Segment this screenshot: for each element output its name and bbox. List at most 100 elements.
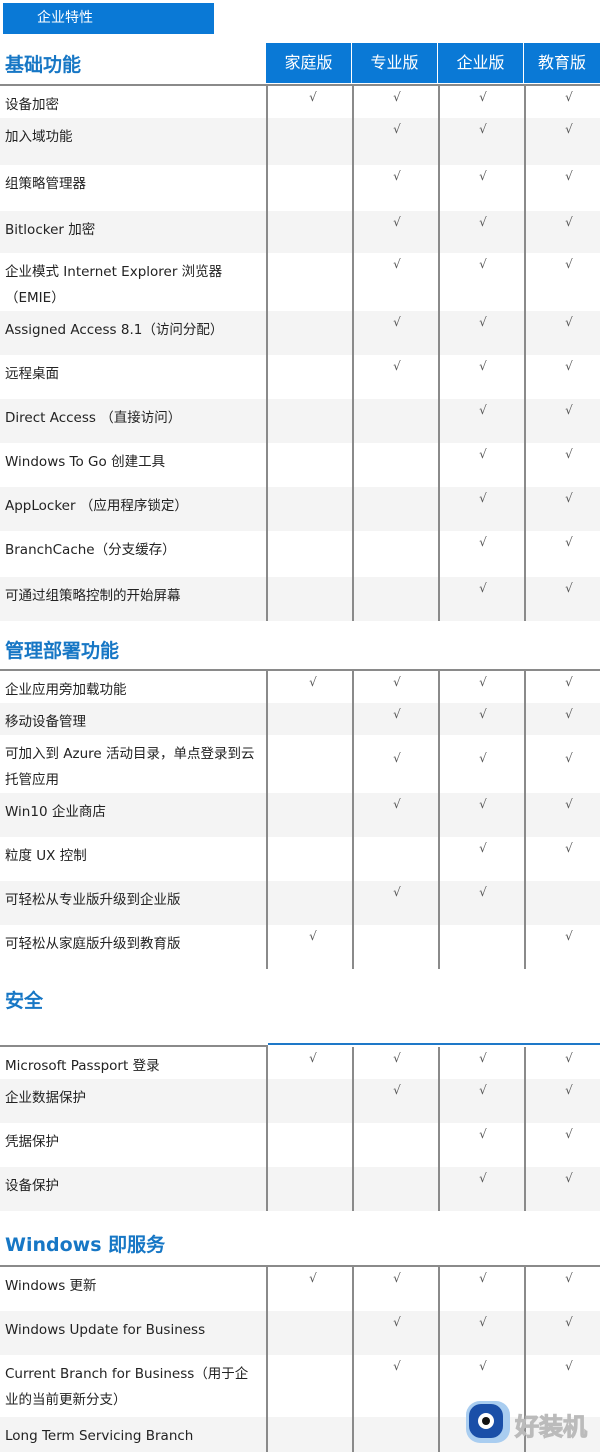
check-icon: √ xyxy=(565,315,573,329)
check-icon: √ xyxy=(479,1051,487,1065)
check-icon: √ xyxy=(565,675,573,689)
check-icon: √ xyxy=(565,1315,573,1329)
column-divider xyxy=(438,671,440,969)
check-icon: √ xyxy=(479,403,487,417)
feature-label: Current Branch for Business（用于企业的当前更新分支） xyxy=(5,1366,249,1408)
check-icon: √ xyxy=(479,359,487,373)
check-icon: √ xyxy=(393,1359,401,1373)
check-icon: √ xyxy=(565,359,573,373)
column-header-1: 家庭版 xyxy=(266,43,351,83)
feature-label: 加入域功能 xyxy=(5,129,73,145)
feature-label: 可通过组策略控制的开始屏幕 xyxy=(5,588,181,604)
column-header-2: 专业版 xyxy=(352,43,437,83)
section-title: 安全 xyxy=(5,990,44,1012)
column-divider xyxy=(524,671,526,969)
table-row: Windows To Go 创建工具 √ √ xyxy=(0,443,600,487)
feature-label: Long Term Servicing Branch xyxy=(5,1428,194,1444)
column-divider xyxy=(266,1047,268,1211)
feature-label: 设备保护 xyxy=(5,1178,59,1194)
check-icon: √ xyxy=(309,929,317,943)
check-icon: √ xyxy=(393,707,401,721)
feature-label: 可轻松从专业版升级到企业版 xyxy=(5,892,181,908)
table-row: 粒度 UX 控制 √ √ xyxy=(0,837,600,881)
column-header-4: 教育版 xyxy=(524,43,600,83)
column-divider xyxy=(352,1267,354,1452)
check-icon: √ xyxy=(479,707,487,721)
check-icon: √ xyxy=(565,491,573,505)
check-icon: √ xyxy=(565,169,573,183)
check-icon: √ xyxy=(565,1359,573,1373)
column-header-3: 企业版 xyxy=(438,43,523,83)
check-icon: √ xyxy=(565,707,573,721)
column-divider xyxy=(266,671,268,969)
check-icon: √ xyxy=(393,1271,401,1285)
column-divider xyxy=(266,1267,268,1452)
check-icon: √ xyxy=(309,1051,317,1065)
check-icon: √ xyxy=(393,1051,401,1065)
feature-label: 粒度 UX 控制 xyxy=(5,848,87,864)
feature-label: 可加入到 Azure 活动目录，单点登录到云托管应用 xyxy=(5,746,255,788)
check-icon: √ xyxy=(479,491,487,505)
check-icon: √ xyxy=(565,535,573,549)
column-divider xyxy=(438,1047,440,1211)
feature-label: Windows Update for Business xyxy=(5,1322,206,1338)
feature-label: 移动设备管理 xyxy=(5,714,86,730)
column-divider xyxy=(266,86,268,621)
check-icon: √ xyxy=(565,929,573,943)
check-icon: √ xyxy=(479,751,487,765)
feature-label: Win10 企业商店 xyxy=(5,804,106,820)
check-icon: √ xyxy=(479,447,487,461)
check-icon: √ xyxy=(393,315,401,329)
table-row: 设备加密 √ √ √ √ xyxy=(0,86,600,118)
check-icon: √ xyxy=(393,359,401,373)
feature-label: 凭据保护 xyxy=(5,1134,59,1150)
feature-label: Assigned Access 8.1（访问分配） xyxy=(5,322,224,338)
check-icon: √ xyxy=(309,675,317,689)
check-icon: √ xyxy=(565,841,573,855)
eye-mascot-icon xyxy=(466,1401,510,1443)
table-row: 可轻松从家庭版升级到教育版 √ √ xyxy=(0,925,600,969)
feature-label: 设备加密 xyxy=(5,97,59,113)
feature-label: Bitlocker 加密 xyxy=(5,222,96,238)
check-icon: √ xyxy=(565,1171,573,1185)
check-icon: √ xyxy=(479,1315,487,1329)
check-icon: √ xyxy=(479,1083,487,1097)
check-icon: √ xyxy=(565,215,573,229)
check-icon: √ xyxy=(565,403,573,417)
check-icon: √ xyxy=(565,581,573,595)
feature-label: BranchCache（分支缓存） xyxy=(5,542,176,558)
check-icon: √ xyxy=(479,90,487,104)
table-row: 移动设备管理 √ √ √ xyxy=(0,703,600,735)
check-icon: √ xyxy=(393,1315,401,1329)
table-row: Direct Access （直接访问） √ √ xyxy=(0,399,600,443)
table-row: Windows 更新 √ √ √ √ xyxy=(0,1267,600,1311)
table-row: 企业数据保护 √ √ √ xyxy=(0,1079,600,1123)
check-icon: √ xyxy=(393,90,401,104)
section-title: 基础功能 xyxy=(5,54,82,76)
check-icon: √ xyxy=(479,535,487,549)
feature-label: 企业数据保护 xyxy=(5,1090,86,1106)
table-row: 可加入到 Azure 活动目录，单点登录到云托管应用 √ √ √ xyxy=(0,735,600,793)
table-row: Bitlocker 加密 √ √ √ xyxy=(0,211,600,253)
table-row: 企业应用旁加载功能 √ √ √ √ xyxy=(0,671,600,703)
watermark-text: 好装机 xyxy=(515,1413,588,1442)
feature-label: Direct Access （直接访问） xyxy=(5,410,182,426)
column-divider xyxy=(438,86,440,621)
check-icon: √ xyxy=(565,122,573,136)
column-divider xyxy=(524,1047,526,1211)
check-icon: √ xyxy=(393,885,401,899)
table-row: 远程桌面 √ √ √ xyxy=(0,355,600,399)
check-icon: √ xyxy=(393,1083,401,1097)
check-icon: √ xyxy=(393,751,401,765)
check-icon: √ xyxy=(309,90,317,104)
check-icon: √ xyxy=(479,885,487,899)
check-icon: √ xyxy=(479,1171,487,1185)
check-icon: √ xyxy=(565,1051,573,1065)
check-icon: √ xyxy=(393,257,401,271)
table-row: AppLocker （应用程序锁定） √ √ xyxy=(0,487,600,531)
table-row: 设备保护 √ √ xyxy=(0,1167,600,1211)
feature-label: 企业应用旁加载功能 xyxy=(5,682,127,698)
section-divider-blue xyxy=(268,1043,600,1045)
check-icon: √ xyxy=(565,257,573,271)
check-icon: √ xyxy=(565,797,573,811)
